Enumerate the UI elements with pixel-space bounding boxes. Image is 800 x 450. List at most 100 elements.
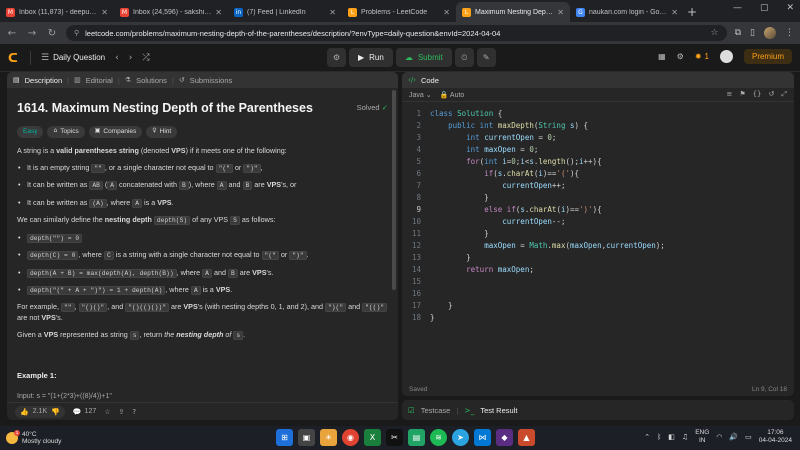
debug-icon[interactable]: ⚙: [327, 48, 346, 67]
vscode-icon[interactable]: ⋈: [474, 429, 491, 446]
streak-counter[interactable]: ✹ 1: [695, 52, 709, 61]
problem-title-row: 1614. Maximum Nesting Depth of the Paren…: [17, 99, 388, 117]
app-icon[interactable]: ◆: [496, 429, 513, 446]
task-view-icon[interactable]: ▣: [298, 429, 315, 446]
code-line: 4 int maxOpen = 0;: [416, 145, 539, 154]
windows-start-icon[interactable]: ⊞: [276, 429, 293, 446]
tab-description[interactable]: Description: [25, 76, 63, 85]
fullscreen-icon[interactable]: ⤢: [781, 90, 787, 99]
reset-icon[interactable]: ↺: [769, 90, 775, 99]
forward-icon[interactable]: →: [26, 28, 38, 39]
close-tab-icon[interactable]: ✕: [671, 8, 678, 17]
close-tab-icon[interactable]: ✕: [101, 8, 108, 17]
braces-icon[interactable]: {}: [753, 90, 762, 99]
settings-gear-icon[interactable]: ⚙: [677, 52, 684, 61]
task-paragraph: Given a VPS represented as string s, ret…: [17, 330, 246, 341]
bluetooth-icon[interactable]: ᛒ: [657, 433, 661, 441]
spreadsheet-icon[interactable]: ▤: [408, 429, 425, 446]
clock[interactable]: 17:06 04-04-2024: [759, 429, 792, 445]
browser-tab[interactable]: Gnaukari.com login - Googl ✕: [570, 2, 684, 22]
reload-icon[interactable]: ↻: [46, 28, 58, 39]
star-icon[interactable]: ☆: [104, 408, 110, 416]
tray-app-icon[interactable]: ◧: [668, 433, 675, 441]
browser-tab[interactable]: L Problems - LeetCode ✕: [342, 2, 456, 22]
divider: [30, 50, 31, 65]
comments-button[interactable]: 💬 127: [73, 408, 96, 416]
user-avatar[interactable]: [719, 50, 733, 63]
code-editor[interactable]: 1 class Solution { 2 public int maxDepth(…: [402, 102, 794, 324]
layout-grid-icon[interactable]: ▦: [658, 52, 666, 61]
back-icon[interactable]: ←: [6, 28, 18, 39]
triangle-app-icon[interactable]: ▲: [518, 429, 535, 446]
extensions-icon[interactable]: ⧉: [735, 28, 741, 38]
browser-menu-icon[interactable]: ⋮: [785, 28, 794, 38]
excel-icon[interactable]: X: [364, 429, 381, 446]
profile-avatar[interactable]: [764, 27, 776, 39]
notification-bell-icon[interactable]: ♫: [682, 433, 688, 441]
companies-chip[interactable]: ▣ Companies: [88, 126, 143, 138]
language-indicator[interactable]: ENG IN: [695, 429, 709, 445]
address-bar-row: ← → ↻ ⚲ leetcode.com/problems/maximum-ne…: [0, 22, 800, 44]
browser-tab[interactable]: L Maximum Nesting Depth o ✕: [456, 2, 570, 22]
close-tab-icon[interactable]: ✕: [215, 8, 222, 17]
browser-tab[interactable]: M Inbox (11,873) - deepu.m@ ✕: [0, 2, 114, 22]
tab-favicon-icon: M: [6, 7, 15, 17]
share-icon[interactable]: ⇪: [119, 408, 125, 416]
battery-icon[interactable]: ▭: [745, 433, 752, 441]
code-line: 8 }: [416, 193, 489, 202]
bookmark-star-icon[interactable]: ☆: [711, 28, 719, 38]
url-bar[interactable]: ⚲ leetcode.com/problems/maximum-nesting-…: [66, 25, 727, 41]
volume-icon[interactable]: 🔊: [729, 433, 738, 441]
auto-mode-toggle[interactable]: 🔒 Auto: [440, 91, 465, 99]
leetcode-logo-icon[interactable]: ᑕ: [8, 51, 20, 65]
sidebar-icon[interactable]: ▯: [750, 28, 755, 38]
like-button[interactable]: 👍 2.1K 👎: [15, 405, 65, 418]
wifi-icon[interactable]: ◠: [716, 433, 722, 441]
shuffle-icon[interactable]: ⤮: [142, 53, 149, 63]
description-icon: ▤: [13, 76, 20, 84]
widgets-icon[interactable]: ☀: [320, 429, 337, 446]
hint-chip[interactable]: ♀ Hint: [146, 126, 178, 138]
notes-icon[interactable]: ✎: [476, 48, 496, 67]
format-icon[interactable]: ≡: [726, 90, 732, 99]
topics-chip[interactable]: ⌂ Topics: [47, 126, 85, 138]
help-icon[interactable]: ?: [132, 408, 136, 416]
lock-icon: ▣: [94, 127, 101, 135]
timer-icon[interactable]: ⏲: [454, 48, 474, 67]
close-window-button[interactable]: ✕: [786, 3, 794, 13]
browser-tab[interactable]: M Inbox (24,596) - sakshi.e@ ✕: [114, 2, 228, 22]
description-scrollbar[interactable]: [392, 90, 396, 290]
code-line: 18}: [411, 313, 435, 322]
tab-testcase[interactable]: Testcase: [421, 406, 451, 415]
spotify-icon[interactable]: ≋: [430, 429, 447, 446]
minimize-button[interactable]: —: [733, 3, 742, 13]
problem-title[interactable]: 1614. Maximum Nesting Depth of the Paren…: [17, 99, 313, 117]
close-tab-icon[interactable]: ✕: [557, 8, 564, 17]
prev-problem-icon[interactable]: ‹: [115, 53, 119, 63]
tab-test-result[interactable]: Test Result: [480, 406, 517, 415]
daily-question-nav[interactable]: ☰ Daily Question: [41, 53, 105, 63]
capcut-icon[interactable]: ✂: [386, 429, 403, 446]
browser-tab[interactable]: in (7) Feed | LinkedIn ✕: [228, 2, 342, 22]
new-tab-button[interactable]: +: [684, 2, 700, 22]
bookmark-icon[interactable]: ⚑: [739, 90, 745, 99]
code-line: 2 public int maxDepth(String s) {: [416, 121, 589, 130]
weather-widget[interactable]: 1 40°C Mostly cloudy: [6, 430, 61, 446]
tab-solutions[interactable]: Solutions: [136, 76, 167, 85]
run-button[interactable]: ▶ Run: [349, 48, 393, 67]
chrome-icon[interactable]: ◉: [342, 429, 359, 446]
chevron-up-icon[interactable]: ⌃: [644, 433, 650, 441]
tab-editorial[interactable]: Editorial: [86, 76, 113, 85]
tab-submissions[interactable]: Submissions: [190, 76, 233, 85]
premium-button[interactable]: Premium: [743, 49, 792, 64]
solutions-flask-icon: ⚗: [124, 76, 132, 84]
next-problem-icon[interactable]: ›: [129, 53, 133, 63]
description-footer: 👍 2.1K 👎 💬 127 ☆ ⇪ ?: [7, 402, 398, 420]
submit-button[interactable]: ☁ Submit: [395, 48, 452, 67]
telegram-icon[interactable]: ➤: [452, 429, 469, 446]
site-info-icon[interactable]: ⚲: [74, 29, 79, 37]
close-tab-icon[interactable]: ✕: [329, 8, 336, 17]
maximize-button[interactable]: ▢: [760, 3, 769, 13]
language-select[interactable]: Java ⌄: [409, 91, 432, 99]
close-tab-icon[interactable]: ✕: [443, 8, 450, 17]
